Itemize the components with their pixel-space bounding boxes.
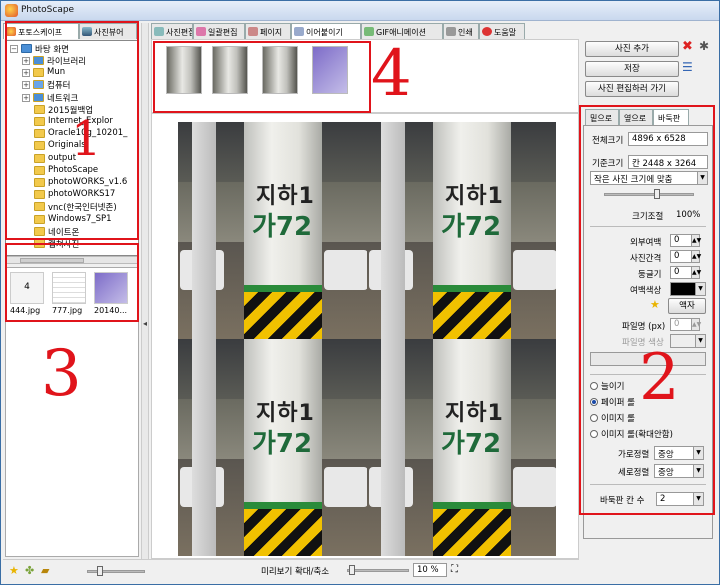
tab-photo-edit[interactable]: 사진편집: [151, 23, 193, 39]
preview-area: 지하1 가72 지하1 가72 지하1 가72 지하1 가72: [151, 113, 579, 559]
app-logo-icon: [5, 4, 18, 17]
combine-icon: [294, 27, 304, 36]
help-icon: [482, 27, 492, 36]
tab-label: 인쇄: [458, 28, 473, 37]
folder-icon[interactable]: ▰: [41, 564, 49, 577]
tab-print[interactable]: 인쇄: [443, 23, 479, 39]
preview-cell: 지하1 가72: [178, 339, 367, 556]
preview-status-bar: 미리보기 확대/축소 10 % ⛶: [151, 559, 579, 581]
sign-text: 가72: [441, 212, 502, 242]
tab-label: 도움말: [494, 28, 517, 37]
annotation-box-2: [579, 105, 715, 515]
tab-help[interactable]: 도움말: [479, 23, 525, 39]
zoom-slider-thumb[interactable]: [349, 565, 355, 575]
annotation-number-3: 3: [41, 337, 82, 411]
go-photo-edit-button[interactable]: 사진 편집하러 가기: [585, 81, 679, 97]
delete-icon[interactable]: ✖: [682, 39, 693, 54]
add-photo-button[interactable]: 사진 추가: [585, 41, 679, 57]
fit-icon[interactable]: ⛶: [451, 564, 458, 575]
sign-text: 가72: [252, 212, 313, 242]
star-icon[interactable]: ★: [9, 564, 19, 577]
zoom-label: 미리보기 확대/축소: [261, 567, 330, 577]
preview-cell: 지하1 가72: [367, 339, 556, 556]
tab-label: 이어붙이기: [306, 28, 343, 37]
annotation-box-3: [5, 243, 139, 322]
thumb-size-slider[interactable]: [87, 570, 145, 573]
tab-page[interactable]: 페이지: [245, 23, 291, 39]
panel-splitter[interactable]: ◂: [141, 23, 149, 559]
annotation-number-4: 4: [371, 37, 412, 111]
annotation-number-2: 2: [639, 341, 680, 415]
print-icon: [446, 27, 456, 36]
preview-cell: 지하1 가72: [178, 122, 367, 339]
tab-combine[interactable]: 이어붙이기: [291, 23, 361, 39]
annotation-number-1: 1: [71, 111, 102, 167]
collapse-arrow-icon[interactable]: ◂: [143, 319, 147, 328]
preview-cell: 지하1 가72: [367, 122, 556, 339]
left-status-bar: ★ ✤ ▰: [3, 559, 151, 581]
batch-icon: [196, 27, 206, 36]
gear-icon[interactable]: ✱: [699, 39, 709, 53]
rotate-icon[interactable]: ✤: [25, 564, 34, 577]
sign-text: 가72: [441, 429, 502, 459]
main-tab-bar: 사진편집 일괄편집 페이지 이어붙이기 GIF애니메이션 인쇄 도움말: [151, 23, 525, 39]
tab-label: 일괄편집: [208, 28, 238, 37]
annotation-box-4: [153, 41, 371, 113]
combined-preview-image: 지하1 가72 지하1 가72 지하1 가72 지하1 가72: [178, 122, 556, 556]
list-icon[interactable]: ☰: [682, 60, 693, 74]
window-title: PhotoScape: [21, 5, 75, 15]
tab-batch-edit[interactable]: 일괄편집: [193, 23, 245, 39]
page-icon: [248, 27, 258, 36]
zoom-value: 10 %: [413, 563, 447, 577]
save-button[interactable]: 저장: [585, 61, 679, 77]
slider-thumb[interactable]: [97, 566, 103, 576]
sign-text: 가72: [252, 429, 313, 459]
gif-icon: [364, 27, 374, 36]
app-window: PhotoScape 포토스케이프 사진뷰어 − 바탕 화면 + 라이브러리 + Mu…: [0, 0, 720, 585]
title-bar: PhotoScape: [1, 1, 719, 21]
tab-label: GIF애니메이션: [376, 28, 426, 37]
zoom-slider[interactable]: [347, 569, 409, 572]
tab-label: 페이지: [260, 28, 283, 37]
edit-icon: [154, 27, 164, 36]
tab-label: 사진편집: [166, 28, 193, 37]
